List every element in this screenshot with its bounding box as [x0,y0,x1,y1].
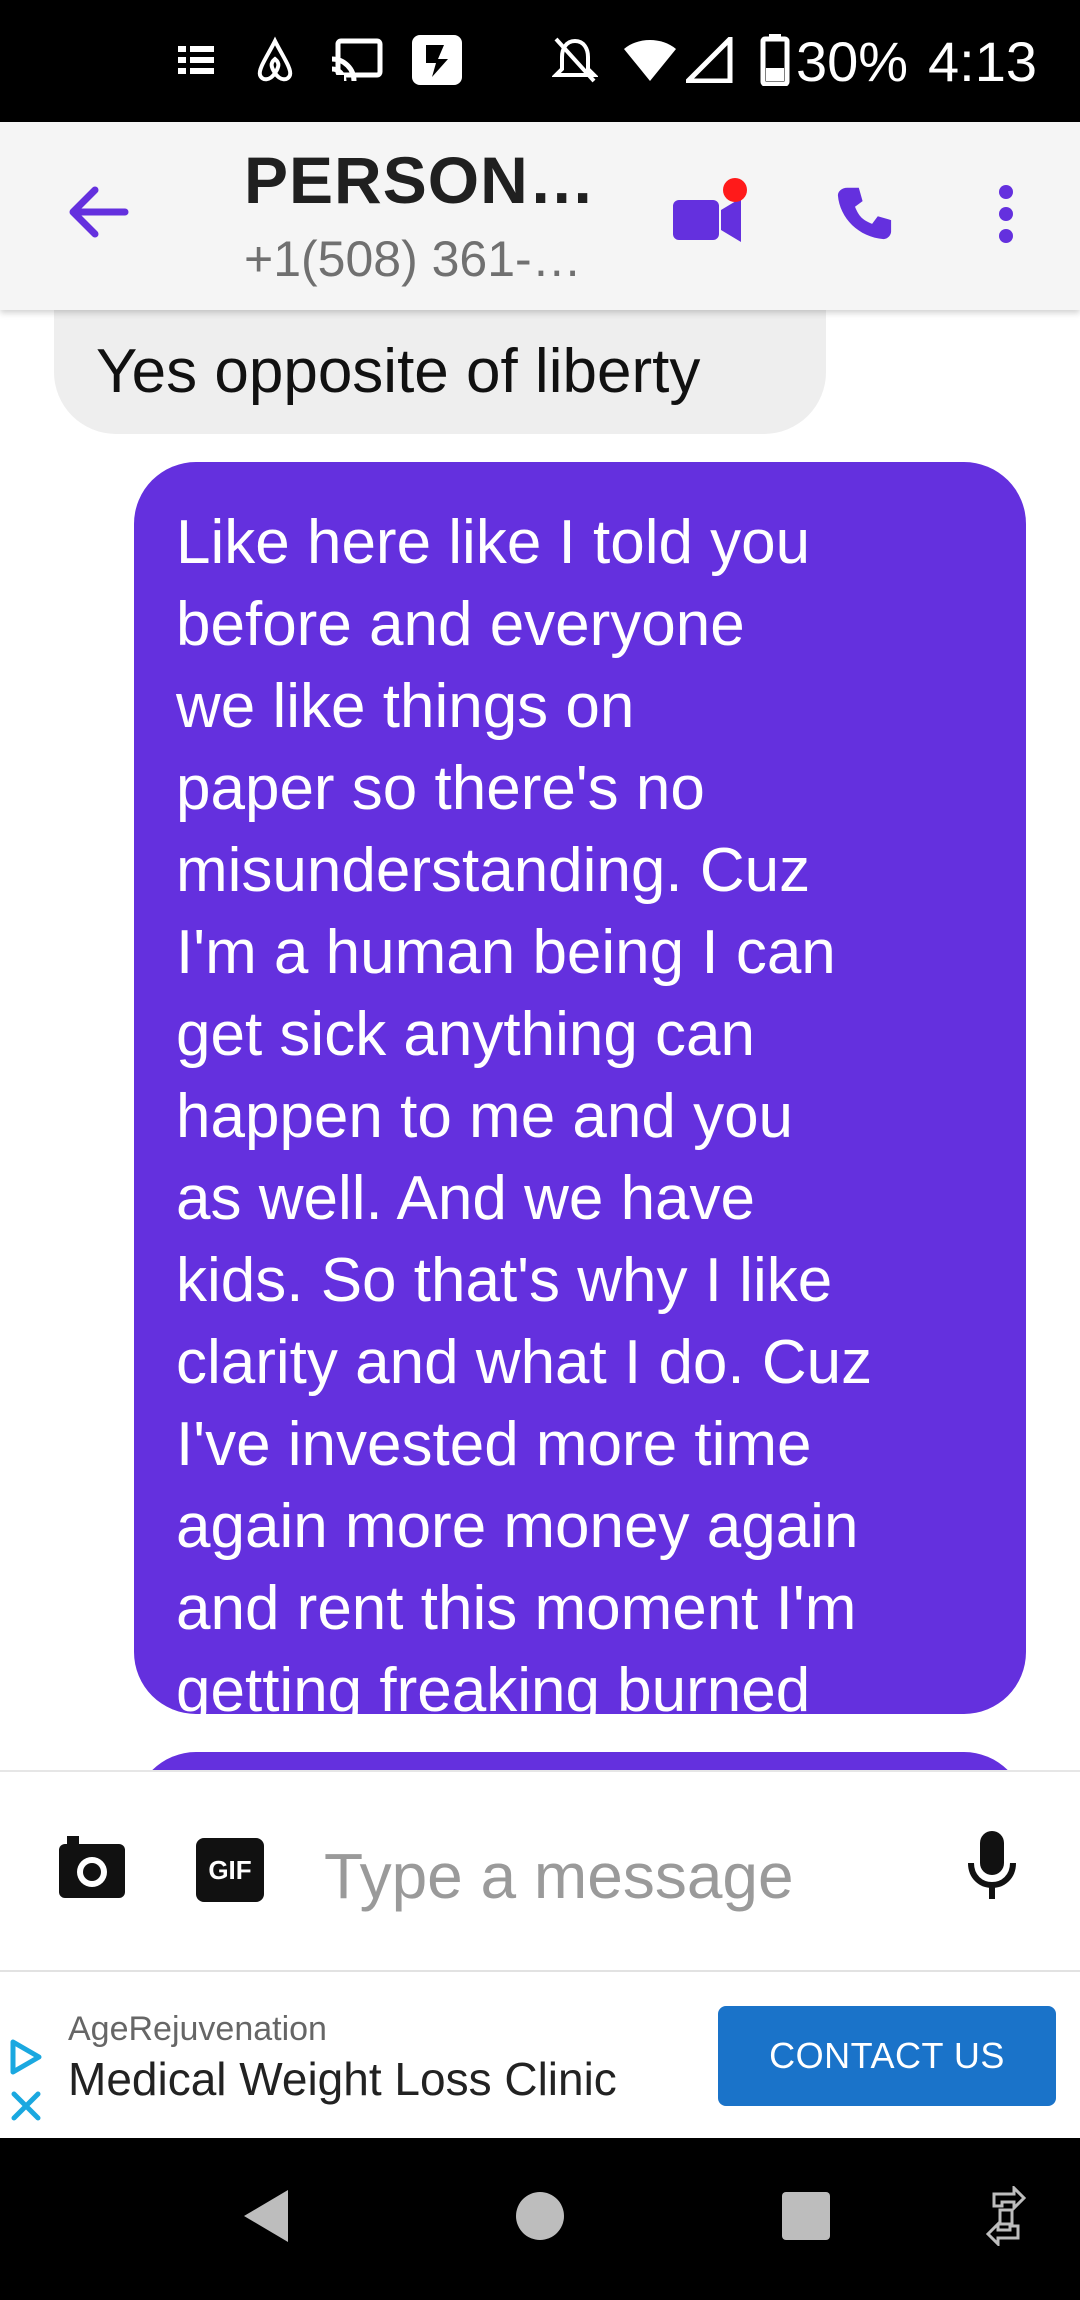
arrow-left-icon [67,186,129,243]
camera-icon [57,1835,127,1905]
message-line: we like things on [176,672,635,741]
signal-icon [686,32,734,88]
video-call-button[interactable] [664,168,758,258]
mute-icon [552,32,598,88]
gif-icon: GIF [196,1838,264,1902]
message-line: again more money again [176,1492,859,1561]
phone-call-button[interactable] [822,174,906,258]
triangle-back-icon [238,2186,294,2251]
conversation-header: PERSON… +1(508) 361-… [0,122,1080,310]
gif-button[interactable]: GIF [190,1830,270,1910]
microphone-icon [967,1829,1017,1910]
message-list[interactable]: Yes opposite of liberty Like here like I… [0,310,1080,1770]
message-line: I've invested more time [176,1410,812,1479]
voice-input-button[interactable] [952,1824,1032,1914]
message-line: kids. So that's why I like [176,1246,833,1315]
message-line: Like here like I told you [176,508,811,577]
battery-percent: 30% [796,30,909,93]
ad-advertiser: AgeRejuvenation [68,2010,327,2048]
rotate-button[interactable] [966,2178,1046,2258]
incoming-message-text: Yes opposite of liberty [96,337,701,406]
ad-choices-icon[interactable] [8,2038,44,2076]
cast-icon [330,32,384,88]
contact-us-button[interactable]: CONTACT US [718,2006,1056,2106]
incoming-message-bubble[interactable]: Yes opposite of liberty [54,310,826,434]
message-line: clarity and what I do. Cuz [176,1328,873,1397]
rotate-screen-icon [984,2183,1028,2251]
message-line: get sick anything can [176,1000,756,1069]
camera-button[interactable] [52,1830,132,1910]
home-nav-button[interactable] [500,2178,580,2258]
navigation-bar [0,2138,1080,2300]
contact-name[interactable]: PERSON… [244,142,596,218]
message-line: before and everyone [176,590,745,659]
phone-icon [834,184,894,249]
more-vertical-icon [996,184,1016,249]
message-line: I'm a human being I can [176,918,836,987]
video-camera-icon [671,177,751,249]
recents-nav-button[interactable] [766,2178,846,2258]
outgoing-message-bubble[interactable]: Like here like I told you before and eve… [134,462,1026,1725]
close-ad-icon[interactable] [8,2088,44,2124]
message-line: and rent this moment I'm [176,1574,857,1643]
message-line: as well. And we have [176,1164,756,1233]
notes-icon [176,32,216,88]
circle-home-icon [514,2190,566,2247]
ad-headline[interactable]: Medical Weight Loss Clinic [68,2052,617,2106]
battery-icon [760,32,790,88]
outgoing-message-bubble-partial[interactable] [134,1752,1026,1770]
compose-bar: GIF [0,1770,1080,1972]
wifi-icon [622,32,678,88]
message-line: getting freaking burned [176,1656,811,1725]
status-bar: 30% 4:13 [0,0,1080,122]
back-nav-button[interactable] [226,2178,306,2258]
message-input[interactable] [322,1830,886,1922]
airbnb-icon [250,32,300,88]
app-icon [410,32,464,88]
clock: 4:13 [928,30,1037,93]
message-line: happen to me and you [176,1082,794,1151]
more-options-button[interactable] [974,174,1038,258]
message-line: paper so there's no [176,754,705,823]
contact-number: +1(508) 361-… [244,231,582,287]
square-recents-icon [780,2190,832,2247]
message-line: misunderstanding. Cuz [176,836,811,905]
back-button[interactable] [58,174,138,254]
ad-banner[interactable]: AgeRejuvenation Medical Weight Loss Clin… [0,1970,1080,2140]
